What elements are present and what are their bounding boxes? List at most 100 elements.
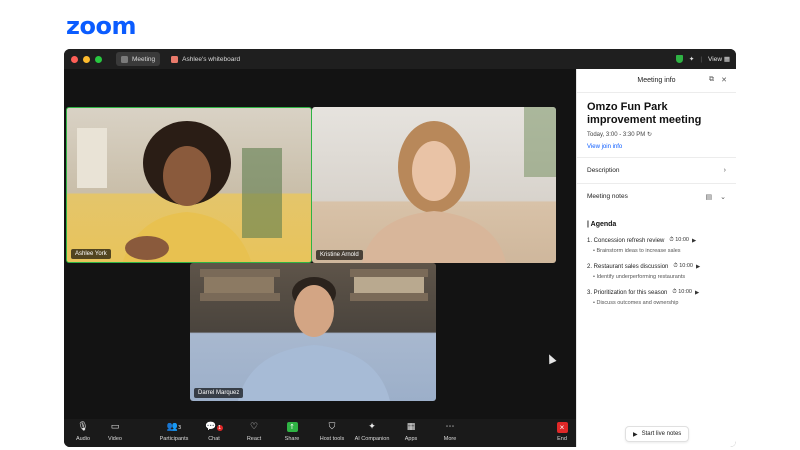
sparkle-icon[interactable]: ✦ xyxy=(689,55,694,63)
title-bar-actions: ✦ | View ▦ xyxy=(675,55,730,63)
start-live-notes-button[interactable]: ▶ Start live notes xyxy=(625,426,690,442)
video-stage: Ashlee York Kristine Arnold Darrel Marqu… xyxy=(64,69,576,419)
participants-button[interactable]: 👥3 Participants xyxy=(156,422,192,442)
meeting-notes-label: Meeting notes xyxy=(587,193,628,200)
close-window-button[interactable] xyxy=(71,55,78,63)
pop-out-icon[interactable]: ⧉ xyxy=(709,76,714,84)
participants-icon: 👥3 xyxy=(166,422,182,432)
end-label: End xyxy=(557,436,567,442)
agenda-heading: | Agenda xyxy=(587,221,617,228)
zoom-logo: zoom xyxy=(66,12,136,40)
chat-badge: 1 xyxy=(216,425,223,431)
video-label: Video xyxy=(108,436,122,442)
agenda-item: 1. Concession refresh review ⏱ 10:00 ▶ xyxy=(587,237,726,244)
agenda-item: 2. Restaurant sales discussion ⏱ 10:00 ▶ xyxy=(587,263,726,270)
audio-button[interactable]: 🎙 Audio xyxy=(65,422,101,442)
meeting-time: Today, 3:00 - 3:30 PM ↻ xyxy=(587,131,726,138)
apps-button[interactable]: ▦ Apps xyxy=(393,422,429,442)
agenda-timer: 10:00 xyxy=(675,237,689,243)
ai-companion-label: AI Companion xyxy=(354,436,390,442)
end-button[interactable]: × End xyxy=(547,422,577,442)
chat-button[interactable]: 💬 1 Chat xyxy=(196,422,232,442)
apps-icon: ▦ xyxy=(406,422,416,432)
video-button[interactable]: ▭ Video xyxy=(97,422,133,442)
agenda-item: 3. Prioritization for this season ⏱ 10:0… xyxy=(587,289,726,296)
video-tile-kristine[interactable]: Kristine Arnold xyxy=(312,107,556,263)
agenda-subitem-text: Identify underperforming restaurants xyxy=(596,274,686,280)
description-label: Description xyxy=(587,167,620,174)
title-bar: Meeting Ashlee's whiteboard ✦ | View ▦ xyxy=(64,49,736,69)
chevron-right-icon: › xyxy=(723,167,726,174)
agenda-subitem: • Identify underperforming restaurants xyxy=(593,274,686,280)
whiteboard-icon xyxy=(171,55,179,63)
share-label: Share xyxy=(284,436,300,442)
timer-icon[interactable]: ⏱ 10:00 xyxy=(672,289,692,296)
participant-video-ashlee xyxy=(77,121,282,262)
divider: | xyxy=(700,55,703,63)
participants-count: 3 xyxy=(178,425,182,431)
participant-video-kristine xyxy=(362,107,556,263)
host-tools-label: Host tools xyxy=(319,436,345,442)
view-label: View xyxy=(708,56,723,63)
agenda-subitem-text: Discuss outcomes and ownership xyxy=(596,300,679,306)
meeting-window: Meeting Ashlee's whiteboard ✦ | View ▦ A… xyxy=(64,49,736,447)
minimize-window-button[interactable] xyxy=(83,55,90,63)
tab-meeting-label: Meeting xyxy=(132,55,156,63)
play-icon[interactable]: ▶ xyxy=(696,264,700,270)
more-label: More xyxy=(443,436,457,442)
window-controls xyxy=(71,55,102,63)
react-label: React xyxy=(246,436,262,442)
description-section[interactable]: Description › xyxy=(577,157,736,183)
agenda-item-title: 1. Concession refresh review xyxy=(587,237,665,244)
agenda-item-title: 2. Restaurant sales discussion xyxy=(587,263,669,270)
meeting-icon xyxy=(121,55,128,63)
panel-header: Meeting info ⧉ ✕ xyxy=(577,69,736,93)
chat-label: Chat xyxy=(208,436,220,442)
participant-name-label: Kristine Arnold xyxy=(316,250,363,260)
video-tile-ashlee[interactable]: Ashlee York xyxy=(66,107,312,263)
tab-meeting[interactable]: Meeting xyxy=(116,52,161,66)
meeting-title: Omzo Fun Park improvement meeting xyxy=(587,101,702,126)
agenda-subitem-text: Brainstorm ideas to increase sales xyxy=(596,248,681,254)
agenda-item-title: 3. Prioritization for this season xyxy=(587,289,668,296)
notes-icon[interactable]: ▤ xyxy=(706,193,713,201)
agenda-subitem: • Brainstorm ideas to increase sales xyxy=(593,248,681,254)
play-icon: ▶ xyxy=(633,431,638,438)
panel-title: Meeting info xyxy=(637,77,676,84)
play-icon[interactable]: ▶ xyxy=(692,238,696,244)
close-icon[interactable]: ✕ xyxy=(721,76,727,84)
grid-icon: ▦ xyxy=(723,56,730,63)
ai-companion-button[interactable]: ✦ AI Companion xyxy=(352,422,392,442)
participant-name-label: Ashlee York xyxy=(71,249,111,259)
sparkle-icon: ✦ xyxy=(368,422,376,432)
heart-icon: ♡ xyxy=(249,422,259,432)
tab-whiteboard[interactable]: Ashlee's whiteboard xyxy=(166,52,245,66)
host-tools-button[interactable]: ⛉ Host tools xyxy=(314,422,350,442)
meeting-info-panel: Meeting info ⧉ ✕ Omzo Fun Park improveme… xyxy=(576,69,736,447)
shield-icon: ⛉ xyxy=(328,422,336,432)
video-tile-darrel[interactable]: Darrel Marquez xyxy=(190,263,436,401)
more-button[interactable]: ⋯ More xyxy=(432,422,468,442)
react-button[interactable]: ♡ React xyxy=(236,422,272,442)
meeting-notes-section[interactable]: Meeting notes ▤ ⌄ xyxy=(577,183,736,209)
microphone-icon: 🎙 xyxy=(77,422,89,432)
timer-icon[interactable]: ⏱ 10:00 xyxy=(669,237,689,244)
maximize-window-button[interactable] xyxy=(95,55,102,63)
start-live-notes-label: Start live notes xyxy=(641,431,682,437)
chat-icon: 💬 1 xyxy=(205,422,223,432)
play-icon[interactable]: ▶ xyxy=(695,290,699,296)
agenda-timer: 10:00 xyxy=(678,289,692,295)
participant-name-label: Darrel Marquez xyxy=(194,388,244,398)
share-button[interactable]: ↑ Share xyxy=(274,422,310,442)
view-join-info-link[interactable]: View join info xyxy=(587,144,726,150)
meeting-time-text: Today, 3:00 - 3:30 PM xyxy=(587,132,646,138)
timer-icon[interactable]: ⏱ 10:00 xyxy=(673,263,693,270)
encryption-shield-icon[interactable] xyxy=(675,55,683,63)
meeting-toolbar: 🎙 Audio ▭ Video 👥3 Participants 💬 1 Chat … xyxy=(64,419,576,447)
more-icon: ⋯ xyxy=(445,422,455,432)
audio-label: Audio xyxy=(75,436,91,442)
mouse-cursor-icon xyxy=(545,352,557,365)
recurring-icon: ↻ xyxy=(646,132,652,138)
chevron-down-icon[interactable]: ⌄ xyxy=(720,193,726,201)
view-button[interactable]: View ▦ xyxy=(708,55,730,63)
